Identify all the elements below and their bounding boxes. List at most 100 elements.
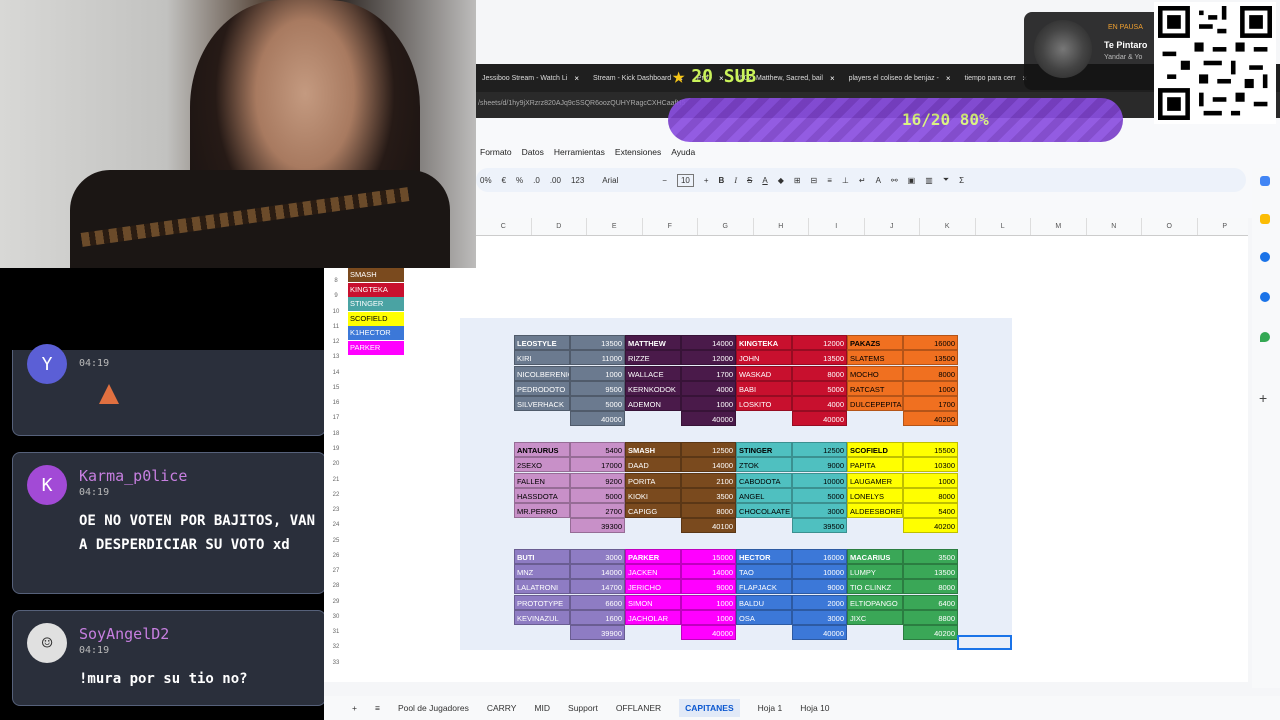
- spreadsheet-grid[interactable]: CDEFGHIJKLMNOP 8 9 10 11 12 13 14 15 16 17 18 19 20 2…: [324, 218, 1248, 682]
- team-player-value[interactable]: 14000: [680, 457, 736, 473]
- team-player-value[interactable]: 5000: [791, 380, 847, 396]
- row-header[interactable]: 27: [324, 564, 348, 579]
- team-player-name[interactable]: MR.PERRO: [514, 503, 570, 519]
- team-player-value[interactable]: 14700: [569, 579, 625, 595]
- team-player-value[interactable]: 14000: [569, 564, 625, 580]
- add-sheet-icon[interactable]: +: [352, 703, 357, 713]
- align-icon[interactable]: ≡: [827, 176, 832, 185]
- row-header[interactable]: 33: [324, 656, 348, 671]
- team-total[interactable]: 40200: [902, 518, 958, 534]
- row-header[interactable]: 29: [324, 595, 348, 610]
- bold-icon[interactable]: B: [719, 176, 725, 185]
- team-player-name[interactable]: PAPITA: [847, 457, 903, 473]
- sheet-tab[interactable]: CARRY: [487, 703, 517, 713]
- team-player-value[interactable]: 9000: [791, 579, 847, 595]
- team-player-name[interactable]: ELTIOPANGO: [847, 594, 903, 610]
- row-header[interactable]: 16: [324, 396, 348, 411]
- team-player-name[interactable]: TAO: [736, 564, 792, 580]
- team-player-name[interactable]: CHOCOLAATE: [736, 503, 792, 519]
- team-total[interactable]: 39300: [569, 518, 625, 534]
- calendar-icon[interactable]: [1260, 176, 1270, 186]
- decimal-increase-icon[interactable]: .00: [550, 176, 561, 185]
- team-captain-name[interactable]: KINGTEKA: [736, 335, 792, 351]
- row-header[interactable]: 28: [324, 579, 348, 594]
- team-total[interactable]: 40200: [902, 411, 958, 427]
- team-captain-name[interactable]: PAKAZS: [847, 335, 903, 351]
- team-player-name[interactable]: JERICHO: [625, 579, 681, 595]
- team-player-name[interactable]: MOCHO: [847, 365, 903, 381]
- team-captain-value[interactable]: 5400: [569, 441, 625, 457]
- team-captain-name[interactable]: SCOFIELD: [847, 441, 903, 457]
- row-header[interactable]: 21: [324, 473, 348, 488]
- team-total[interactable]: 40000: [569, 411, 625, 427]
- team-player-value[interactable]: 1000: [569, 365, 625, 381]
- close-tab-icon[interactable]: ×: [946, 74, 951, 83]
- row-header[interactable]: 10: [324, 305, 348, 320]
- team-player-name[interactable]: JACKEN: [625, 564, 681, 580]
- close-tab-icon[interactable]: ×: [574, 74, 579, 83]
- team-captain-value[interactable]: 13500: [569, 335, 625, 351]
- team-captain-name[interactable]: MACARIUS: [847, 548, 903, 564]
- team-total[interactable]: 40000: [791, 625, 847, 641]
- row-header[interactable]: 17: [324, 411, 348, 426]
- team-player-value[interactable]: 3000: [791, 503, 847, 519]
- team-captain-value[interactable]: 3500: [902, 548, 958, 564]
- row-header[interactable]: 11: [324, 320, 348, 335]
- all-sheets-icon[interactable]: ≡: [375, 703, 380, 713]
- team-player-value[interactable]: 9000: [791, 457, 847, 473]
- italic-icon[interactable]: I: [734, 176, 737, 185]
- team-total[interactable]: 40200: [902, 625, 958, 641]
- column-header[interactable]: N: [1087, 218, 1142, 235]
- team-player-name[interactable]: BALDU: [736, 594, 792, 610]
- team-player-name[interactable]: PEDRODOTO: [514, 380, 570, 396]
- sheet-tab[interactable]: OFFLANER: [616, 703, 661, 713]
- team-player-name[interactable]: LUMPY: [847, 564, 903, 580]
- menu-item[interactable]: Extensiones: [615, 147, 661, 157]
- team-player-name[interactable]: JACHOLAR: [625, 609, 681, 625]
- team-player-name[interactable]: CABODOTA: [736, 472, 792, 488]
- team-player-value[interactable]: 3500: [680, 487, 736, 503]
- sheet-tab[interactable]: Pool de Jugadores: [398, 703, 469, 713]
- team-player-name[interactable]: OSA: [736, 609, 792, 625]
- team-player-value[interactable]: 10300: [902, 457, 958, 473]
- sheet-tab[interactable]: Hoja 1: [758, 703, 783, 713]
- team-player-name[interactable]: DULCEPEPITA: [847, 396, 903, 412]
- team-captain-name[interactable]: LEOSTYLE: [514, 335, 570, 351]
- team-player-value[interactable]: 13500: [791, 350, 847, 366]
- column-header[interactable]: F: [643, 218, 698, 235]
- team-player-name[interactable]: JIXC: [847, 609, 903, 625]
- tasks-icon[interactable]: [1260, 252, 1270, 262]
- row-header[interactable]: 13: [324, 350, 348, 365]
- column-header[interactable]: E: [587, 218, 643, 235]
- row-header[interactable]: 31: [324, 625, 348, 640]
- team-player-value[interactable]: 9000: [680, 579, 736, 595]
- team-player-value[interactable]: 8000: [902, 579, 958, 595]
- row-header[interactable]: 8: [324, 274, 348, 289]
- team-player-value[interactable]: 4000: [680, 380, 736, 396]
- menu-item[interactable]: Formato: [480, 147, 512, 157]
- team-player-name[interactable]: FLAPJACK: [736, 579, 792, 595]
- team-player-value[interactable]: 8000: [902, 365, 958, 381]
- column-header[interactable]: L: [976, 218, 1031, 235]
- currency-button[interactable]: €: [502, 176, 506, 185]
- team-total[interactable]: 40000: [791, 411, 847, 427]
- row-header[interactable]: 24: [324, 518, 348, 533]
- team-captain-name[interactable]: PARKER: [625, 548, 681, 564]
- team-player-value[interactable]: 9200: [569, 472, 625, 488]
- valign-icon[interactable]: ⊥: [842, 176, 849, 185]
- team-player-value[interactable]: 11000: [569, 350, 625, 366]
- team-player-name[interactable]: LALATRONI: [514, 579, 570, 595]
- column-header[interactable]: J: [865, 218, 920, 235]
- team-player-name[interactable]: SIMON: [625, 594, 681, 610]
- team-captain-value[interactable]: 3000: [569, 548, 625, 564]
- team-player-value[interactable]: 5000: [569, 487, 625, 503]
- sheet-tab[interactable]: Hoja 10: [800, 703, 829, 713]
- team-player-value[interactable]: 2700: [569, 503, 625, 519]
- rotate-icon[interactable]: A: [876, 176, 881, 185]
- team-total[interactable]: 39500: [791, 518, 847, 534]
- team-player-name[interactable]: KERNKODOK: [625, 380, 681, 396]
- column-header[interactable]: D: [532, 218, 587, 235]
- team-player-value[interactable]: 1000: [680, 609, 736, 625]
- zoom-select[interactable]: 0%: [480, 176, 492, 185]
- sheet-tab[interactable]: Support: [568, 703, 598, 713]
